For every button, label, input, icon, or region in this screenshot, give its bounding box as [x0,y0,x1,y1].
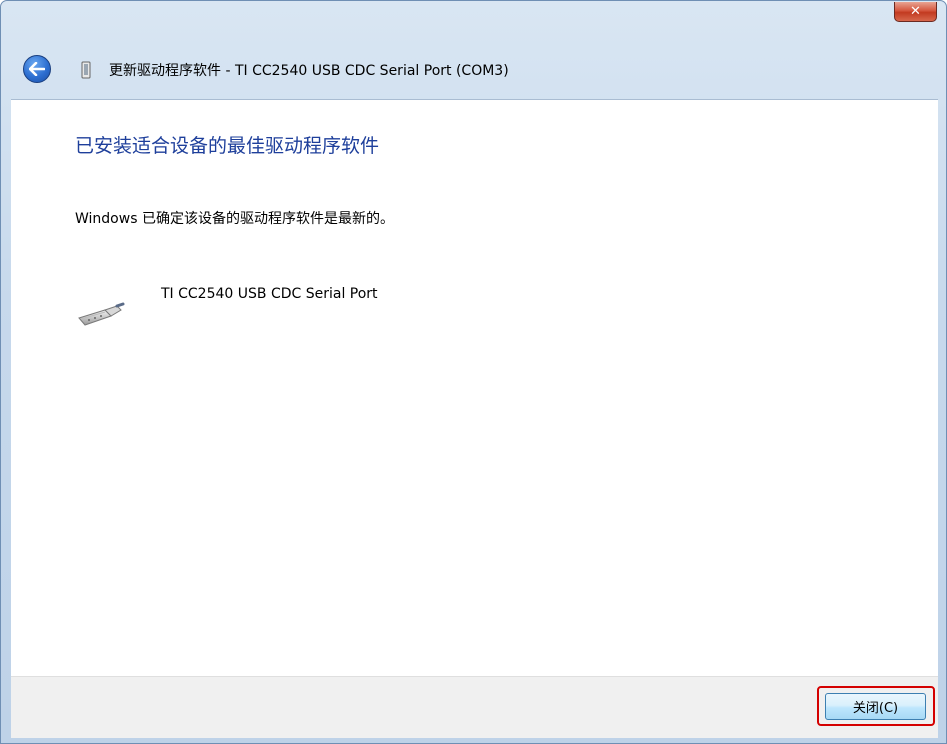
back-arrow-icon [29,62,45,76]
window-close-button[interactable]: ✕ [894,2,937,22]
close-button[interactable]: 关闭(C) [825,693,926,720]
device-name: TI CC2540 USB CDC Serial Port [161,286,378,302]
close-icon: ✕ [910,4,921,19]
window-bottom-border [1,737,946,744]
device-manager-icon [81,61,91,79]
page-heading: 已安装适合设备的最佳驱动程序软件 [75,135,380,157]
dialog-window: ✕ 更新驱动程序软件 - TI CC2540 USB CDC Serial Po… [0,0,947,744]
button-bar: 关闭(C) [11,676,938,738]
title-bar[interactable]: ✕ [1,1,946,35]
content-panel: 已安装适合设备的最佳驱动程序软件 Windows 已确定该设备的驱动程序软件是最… [11,99,938,676]
window-title: 更新驱动程序软件 - TI CC2540 USB CDC Serial Port… [109,63,509,79]
back-button[interactable] [23,55,51,83]
navigation-bar: 更新驱动程序软件 - TI CC2540 USB CDC Serial Port… [1,35,946,99]
serial-port-icon [78,302,125,326]
status-message: Windows 已确定该设备的驱动程序软件是最新的。 [75,211,394,227]
